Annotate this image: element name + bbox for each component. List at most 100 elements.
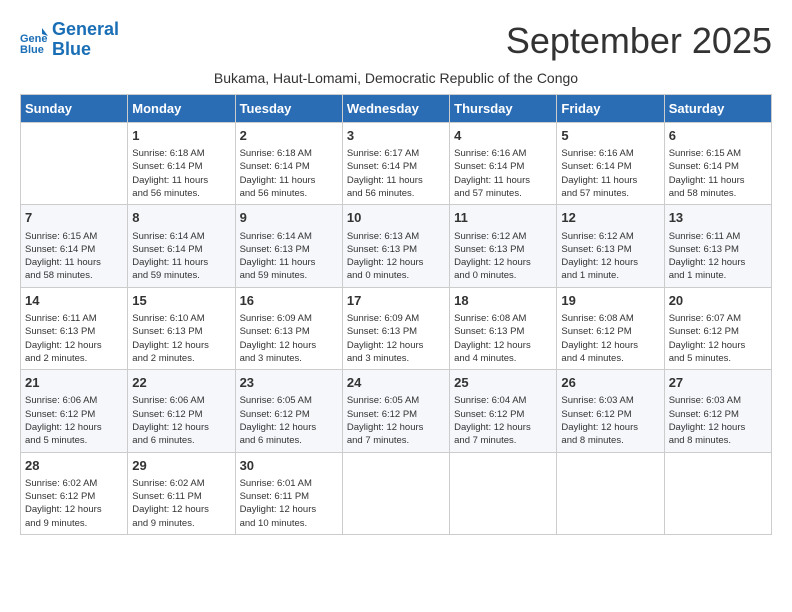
calendar-day [557, 452, 664, 534]
day-info: Sunrise: 6:02 AMSunset: 6:11 PMDaylight:… [132, 477, 230, 530]
calendar-day [342, 452, 449, 534]
calendar-day: 4Sunrise: 6:16 AMSunset: 6:14 PMDaylight… [450, 123, 557, 205]
calendar-day: 22 Sunrise: 6:06 AMSunset: 6:12 PMDayligh… [128, 370, 235, 452]
day-number: 6 [669, 127, 767, 145]
calendar-day: 10 Sunrise: 6:13 AMSunset: 6:13 PMDayligh… [342, 205, 449, 287]
day-info: Sunrise: 6:10 AMSunset: 6:13 PMDaylight:… [132, 312, 230, 365]
day-info: Sunrise: 6:14 AMSunset: 6:13 PMDaylight:… [240, 230, 338, 283]
day-info: Sunrise: 6:06 AMSunset: 6:12 PMDaylight:… [25, 394, 123, 447]
day-number: 18 [454, 292, 552, 310]
calendar-week-1: 1 Sunrise: 6:18 AMSunset: 6:14 PMDaylight… [21, 123, 772, 205]
calendar-day: 26 Sunrise: 6:03 AMSunset: 6:12 PMDayligh… [557, 370, 664, 452]
day-number: 4 [454, 127, 552, 145]
calendar-day: 14 Sunrise: 6:11 AMSunset: 6:13 PMDayligh… [21, 287, 128, 369]
logo-icon: General Blue [20, 26, 48, 54]
calendar-week-3: 14 Sunrise: 6:11 AMSunset: 6:13 PMDayligh… [21, 287, 772, 369]
day-number: 11 [454, 209, 552, 227]
calendar-day: 8Sunrise: 6:14 AMSunset: 6:14 PMDaylight… [128, 205, 235, 287]
day-info: Sunrise: 6:16 AMSunset: 6:14 PMDaylight:… [561, 147, 659, 200]
day-info: Sunrise: 6:01 AMSunset: 6:11 PMDaylight:… [240, 477, 338, 530]
calendar-day: 23 Sunrise: 6:05 AMSunset: 6:12 PMDayligh… [235, 370, 342, 452]
day-info: Sunrise: 6:12 AMSunset: 6:13 PMDaylight:… [561, 230, 659, 283]
day-number: 26 [561, 374, 659, 392]
day-number: 1 [132, 127, 230, 145]
calendar-day: 2Sunrise: 6:18 AMSunset: 6:14 PMDaylight… [235, 123, 342, 205]
calendar-day: 25Sunrise: 6:04 AMSunset: 6:12 PMDayligh… [450, 370, 557, 452]
calendar-day: 24 Sunrise: 6:05 AMSunset: 6:12 PMDayligh… [342, 370, 449, 452]
calendar-day: 6 Sunrise: 6:15 AMSunset: 6:14 PMDaylight… [664, 123, 771, 205]
day-info: Sunrise: 6:09 AMSunset: 6:13 PMDaylight:… [347, 312, 445, 365]
calendar-day: 28Sunrise: 6:02 AMSunset: 6:12 PMDayligh… [21, 452, 128, 534]
logo-line1: General [52, 19, 119, 39]
day-number: 3 [347, 127, 445, 145]
day-number: 17 [347, 292, 445, 310]
calendar-day: 27Sunrise: 6:03 AMSunset: 6:12 PMDayligh… [664, 370, 771, 452]
day-info: Sunrise: 6:06 AMSunset: 6:12 PMDaylight:… [132, 394, 230, 447]
calendar-table: SundayMondayTuesdayWednesdayThursdayFrid… [20, 94, 772, 535]
subtitle: Bukama, Haut-Lomami, Democratic Republic… [20, 70, 772, 86]
day-info: Sunrise: 6:13 AMSunset: 6:13 PMDaylight:… [347, 230, 445, 283]
day-info: Sunrise: 6:18 AMSunset: 6:14 PMDaylight:… [132, 147, 230, 200]
day-info: Sunrise: 6:03 AMSunset: 6:12 PMDaylight:… [561, 394, 659, 447]
day-number: 16 [240, 292, 338, 310]
day-number: 20 [669, 292, 767, 310]
day-info: Sunrise: 6:12 AMSunset: 6:13 PMDaylight:… [454, 230, 552, 283]
calendar-day: 20 Sunrise: 6:07 AMSunset: 6:12 PMDayligh… [664, 287, 771, 369]
day-info: Sunrise: 6:08 AMSunset: 6:12 PMDaylight:… [561, 312, 659, 365]
calendar-day: 29Sunrise: 6:02 AMSunset: 6:11 PMDayligh… [128, 452, 235, 534]
calendar-header-row: SundayMondayTuesdayWednesdayThursdayFrid… [21, 95, 772, 123]
calendar-day: 16 Sunrise: 6:09 AMSunset: 6:13 PMDayligh… [235, 287, 342, 369]
calendar-week-4: 21 Sunrise: 6:06 AMSunset: 6:12 PMDayligh… [21, 370, 772, 452]
day-number: 8 [132, 209, 230, 227]
day-number: 24 [347, 374, 445, 392]
day-info: Sunrise: 6:11 AMSunset: 6:13 PMDaylight:… [669, 230, 767, 283]
day-number: 10 [347, 209, 445, 227]
day-info: Sunrise: 6:07 AMSunset: 6:12 PMDaylight:… [669, 312, 767, 365]
day-header-tuesday: Tuesday [235, 95, 342, 123]
day-header-saturday: Saturday [664, 95, 771, 123]
calendar-day: 1 Sunrise: 6:18 AMSunset: 6:14 PMDaylight… [128, 123, 235, 205]
calendar-day: 19 Sunrise: 6:08 AMSunset: 6:12 PMDayligh… [557, 287, 664, 369]
calendar-day: 18 Sunrise: 6:08 AMSunset: 6:13 PMDayligh… [450, 287, 557, 369]
calendar-day: 17 Sunrise: 6:09 AMSunset: 6:13 PMDayligh… [342, 287, 449, 369]
day-number: 23 [240, 374, 338, 392]
day-number: 14 [25, 292, 123, 310]
calendar-day: 21 Sunrise: 6:06 AMSunset: 6:12 PMDayligh… [21, 370, 128, 452]
calendar-week-2: 7Sunrise: 6:15 AMSunset: 6:14 PMDaylight… [21, 205, 772, 287]
day-number: 28 [25, 457, 123, 475]
calendar-day: 7Sunrise: 6:15 AMSunset: 6:14 PMDaylight… [21, 205, 128, 287]
calendar-day: 15 Sunrise: 6:10 AMSunset: 6:13 PMDayligh… [128, 287, 235, 369]
day-info: Sunrise: 6:03 AMSunset: 6:12 PMDaylight:… [669, 394, 767, 447]
calendar-day [664, 452, 771, 534]
logo-line2: Blue [52, 39, 91, 59]
day-number: 22 [132, 374, 230, 392]
calendar-day: 13 Sunrise: 6:11 AMSunset: 6:13 PMDayligh… [664, 205, 771, 287]
calendar-body: 1 Sunrise: 6:18 AMSunset: 6:14 PMDaylight… [21, 123, 772, 535]
logo: General Blue General Blue [20, 20, 119, 60]
calendar-day: 12 Sunrise: 6:12 AMSunset: 6:13 PMDayligh… [557, 205, 664, 287]
logo-text: General Blue [52, 20, 119, 60]
day-header-monday: Monday [128, 95, 235, 123]
day-info: Sunrise: 6:15 AMSunset: 6:14 PMDaylight:… [669, 147, 767, 200]
day-info: Sunrise: 6:09 AMSunset: 6:13 PMDaylight:… [240, 312, 338, 365]
day-number: 15 [132, 292, 230, 310]
day-info: Sunrise: 6:08 AMSunset: 6:13 PMDaylight:… [454, 312, 552, 365]
calendar-day: 30Sunrise: 6:01 AMSunset: 6:11 PMDayligh… [235, 452, 342, 534]
day-info: Sunrise: 6:17 AMSunset: 6:14 PMDaylight:… [347, 147, 445, 200]
day-header-thursday: Thursday [450, 95, 557, 123]
day-number: 21 [25, 374, 123, 392]
title-area: September 2025 [506, 20, 772, 62]
day-number: 2 [240, 127, 338, 145]
day-info: Sunrise: 6:05 AMSunset: 6:12 PMDaylight:… [240, 394, 338, 447]
day-number: 13 [669, 209, 767, 227]
day-header-wednesday: Wednesday [342, 95, 449, 123]
day-info: Sunrise: 6:05 AMSunset: 6:12 PMDaylight:… [347, 394, 445, 447]
day-number: 19 [561, 292, 659, 310]
svg-text:Blue: Blue [20, 44, 44, 54]
day-number: 12 [561, 209, 659, 227]
calendar-day: 11 Sunrise: 6:12 AMSunset: 6:13 PMDayligh… [450, 205, 557, 287]
day-number: 7 [25, 209, 123, 227]
calendar-day [21, 123, 128, 205]
day-info: Sunrise: 6:11 AMSunset: 6:13 PMDaylight:… [25, 312, 123, 365]
header: General Blue General Blue September 2025 [20, 20, 772, 62]
